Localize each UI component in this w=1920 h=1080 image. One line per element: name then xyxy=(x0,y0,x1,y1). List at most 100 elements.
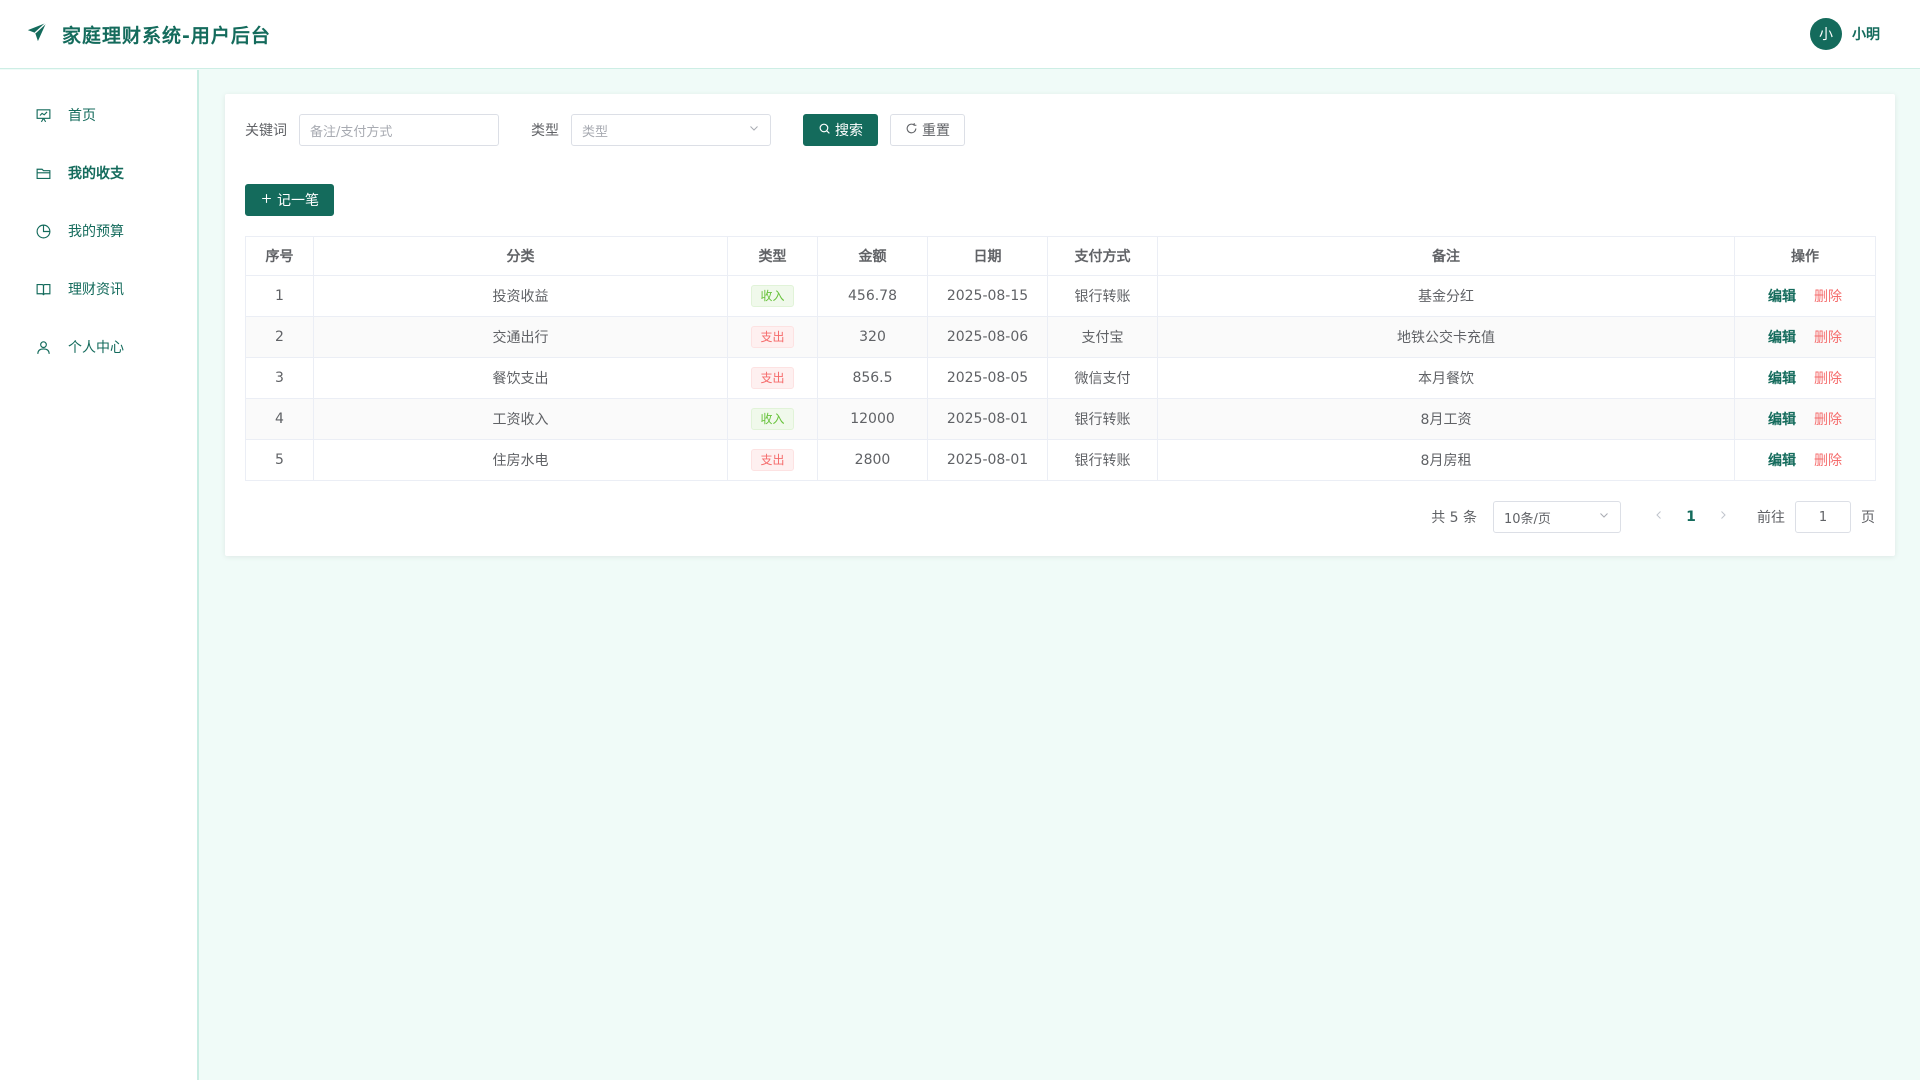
cell-index: 5 xyxy=(245,439,314,481)
page-size-select[interactable]: 10条/页 xyxy=(1493,501,1621,533)
cell-category: 住房水电 xyxy=(313,439,728,481)
user-icon xyxy=(34,338,52,356)
type-tag: 支出 xyxy=(751,367,794,389)
sidebar-item-my-budget[interactable]: 我的预算 xyxy=(0,202,197,260)
chevron-left-icon xyxy=(1656,511,1661,519)
column-header-amount: 金额 xyxy=(817,236,928,276)
top-header: 家庭理财系统-用户后台 小 小明 xyxy=(0,0,1920,69)
prev-page-button[interactable] xyxy=(1645,509,1673,525)
cell-note: 8月房租 xyxy=(1157,439,1735,481)
cell-index: 1 xyxy=(245,275,314,317)
cell-type: 支出 xyxy=(727,439,818,481)
column-header-payment: 支付方式 xyxy=(1047,236,1158,276)
sidebar-item-label: 个人中心 xyxy=(68,340,124,356)
cell-note: 基金分红 xyxy=(1157,275,1735,317)
app-title: 家庭理财系统-用户后台 xyxy=(62,24,271,47)
table-row: 2 交通出行 支出 320 2025-08-06 支付宝 地铁公交卡充值 编辑 删… xyxy=(245,316,1876,358)
chevron-right-icon xyxy=(1721,511,1726,519)
cell-amount: 856.5 xyxy=(817,357,928,399)
type-tag: 收入 xyxy=(751,408,794,430)
edit-link[interactable]: 编辑 xyxy=(1768,371,1796,387)
reset-button-label: 重置 xyxy=(922,123,950,139)
add-record-button[interactable]: 记一笔 xyxy=(245,184,334,216)
cell-category: 交通出行 xyxy=(313,316,728,358)
table-row: 4 工资收入 收入 12000 2025-08-01 银行转账 8月工资 编辑 删… xyxy=(245,398,1876,440)
sidebar-item-label: 我的收支 xyxy=(68,166,124,182)
delete-link[interactable]: 删除 xyxy=(1814,453,1842,469)
edit-link[interactable]: 编辑 xyxy=(1768,453,1796,469)
column-header-category: 分类 xyxy=(313,236,728,276)
refresh-icon xyxy=(905,122,918,139)
cell-actions: 编辑 删除 xyxy=(1734,316,1876,358)
sidebar-item-home[interactable]: 首页 xyxy=(0,86,197,144)
sidebar-item-label: 我的预算 xyxy=(68,224,124,240)
search-button-label: 搜索 xyxy=(835,123,863,139)
cell-note: 本月餐饮 xyxy=(1157,357,1735,399)
cell-date: 2025-08-05 xyxy=(927,357,1048,399)
reset-button[interactable]: 重置 xyxy=(890,114,965,146)
brand: 家庭理财系统-用户后台 xyxy=(26,21,271,48)
cell-actions: 编辑 删除 xyxy=(1734,357,1876,399)
cell-date: 2025-08-15 xyxy=(927,275,1048,317)
goto-page-input[interactable]: 1 xyxy=(1795,501,1851,533)
cell-index: 2 xyxy=(245,316,314,358)
table-row: 3 餐饮支出 支出 856.5 2025-08-05 微信支付 本月餐饮 编辑 删… xyxy=(245,357,1876,399)
cell-actions: 编辑 删除 xyxy=(1734,275,1876,317)
search-button[interactable]: 搜索 xyxy=(803,114,878,146)
delete-link[interactable]: 删除 xyxy=(1814,289,1842,305)
edit-link[interactable]: 编辑 xyxy=(1768,289,1796,305)
sidebar-item-finance-news[interactable]: 理财资讯 xyxy=(0,260,197,318)
cell-payment: 微信支付 xyxy=(1047,357,1158,399)
book-icon xyxy=(34,280,52,298)
cell-index: 3 xyxy=(245,357,314,399)
cell-payment: 支付宝 xyxy=(1047,316,1158,358)
type-select[interactable]: 类型 xyxy=(571,114,771,146)
keyword-placeholder: 备注/支付方式 xyxy=(310,124,393,140)
type-tag: 支出 xyxy=(751,326,794,348)
type-tag: 支出 xyxy=(751,449,794,471)
cell-category: 餐饮支出 xyxy=(313,357,728,399)
column-header-note: 备注 xyxy=(1157,236,1735,276)
presentation-icon xyxy=(34,106,52,124)
edit-link[interactable]: 编辑 xyxy=(1768,330,1796,346)
delete-link[interactable]: 删除 xyxy=(1814,330,1842,346)
column-header-actions: 操作 xyxy=(1734,236,1876,276)
keyword-label: 关键词 xyxy=(245,123,287,139)
plus-icon xyxy=(260,192,273,209)
chevron-down-icon xyxy=(748,122,760,138)
sidebar-item-label: 理财资讯 xyxy=(68,282,124,298)
cell-type: 支出 xyxy=(727,357,818,399)
type-label: 类型 xyxy=(531,123,559,139)
cell-date: 2025-08-01 xyxy=(927,439,1048,481)
avatar[interactable]: 小 xyxy=(1810,18,1842,50)
folder-icon xyxy=(34,164,52,182)
user-menu[interactable]: 小 小明 xyxy=(1810,18,1880,50)
sidebar-item-label: 首页 xyxy=(68,108,96,124)
action-bar: 记一笔 xyxy=(245,184,1875,216)
cell-category: 工资收入 xyxy=(313,398,728,440)
cell-amount: 320 xyxy=(817,316,928,358)
cell-payment: 银行转账 xyxy=(1047,275,1158,317)
cell-actions: 编辑 删除 xyxy=(1734,398,1876,440)
chevron-down-icon xyxy=(1598,509,1610,525)
sidebar-item-personal-center[interactable]: 个人中心 xyxy=(0,318,197,376)
next-page-button[interactable] xyxy=(1709,509,1737,525)
type-tag: 收入 xyxy=(751,285,794,307)
pagination: 共 5 条 10条/页 1 前往 1 页 xyxy=(245,501,1875,533)
user-name[interactable]: 小明 xyxy=(1852,24,1880,44)
keyword-input[interactable]: 备注/支付方式 xyxy=(299,114,499,146)
page-number-current[interactable]: 1 xyxy=(1673,509,1709,525)
paper-plane-icon xyxy=(26,21,48,47)
pagination-total: 共 5 条 xyxy=(1431,510,1477,526)
delete-link[interactable]: 删除 xyxy=(1814,371,1842,387)
cell-date: 2025-08-01 xyxy=(927,398,1048,440)
delete-link[interactable]: 删除 xyxy=(1814,412,1842,428)
transactions-table: 序号 分类 类型 金额 日期 支付方式 备注 操作 1 投资收益 收入 456.… xyxy=(245,236,1876,481)
column-header-type: 类型 xyxy=(727,236,818,276)
table-row: 1 投资收益 收入 456.78 2025-08-15 银行转账 基金分红 编辑… xyxy=(245,275,1876,317)
goto-unit-label: 页 xyxy=(1861,510,1875,526)
column-header-date: 日期 xyxy=(927,236,1048,276)
edit-link[interactable]: 编辑 xyxy=(1768,412,1796,428)
sidebar-item-my-transactions[interactable]: 我的收支 xyxy=(0,144,197,202)
column-header-index: 序号 xyxy=(245,236,314,276)
